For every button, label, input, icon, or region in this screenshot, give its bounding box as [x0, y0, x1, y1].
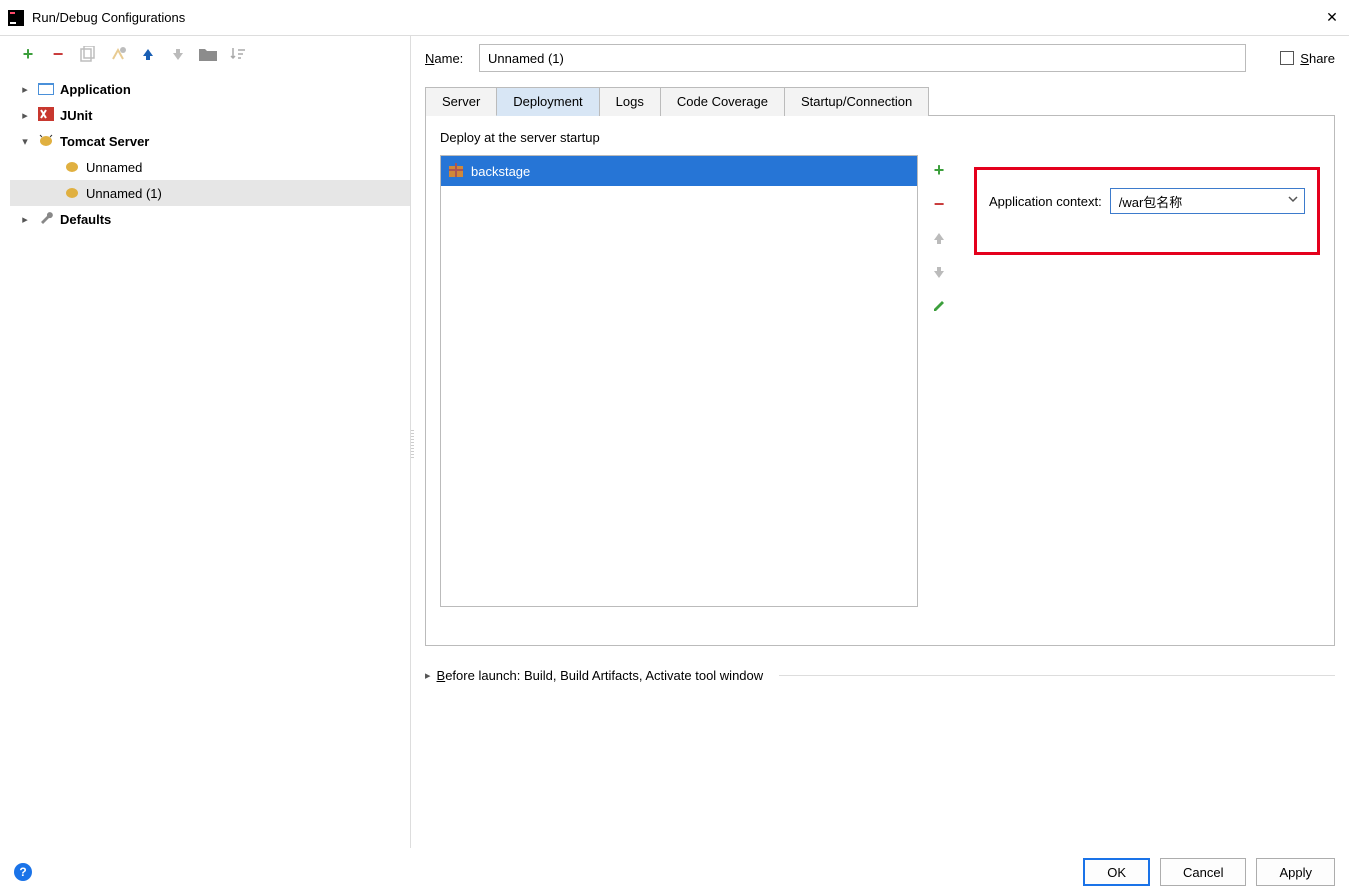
chevron-right-icon: ▸ — [18, 109, 32, 122]
artifact-icon — [449, 163, 463, 180]
tomcat-icon — [64, 185, 80, 202]
remove-artifact-button[interactable]: − — [928, 193, 950, 215]
deploy-item[interactable]: backstage — [441, 156, 917, 186]
tomcat-icon — [64, 159, 80, 176]
deploy-header: Deploy at the server startup — [440, 130, 1320, 145]
before-launch-row[interactable]: ▸ Before launch: Build, Build Artifacts,… — [425, 668, 1335, 683]
deploy-item-label: backstage — [471, 164, 530, 179]
edit-artifact-button[interactable] — [928, 295, 950, 317]
move-artifact-down-button[interactable] — [928, 261, 950, 283]
name-input[interactable] — [479, 44, 1246, 72]
tab-logs[interactable]: Logs — [599, 87, 661, 116]
deploy-list[interactable]: backstage — [440, 155, 918, 607]
folder-button[interactable] — [198, 44, 218, 64]
tomcat-icon — [38, 133, 54, 150]
move-artifact-up-button[interactable] — [928, 227, 950, 249]
before-launch-label: Before launch: Build, Build Artifacts, A… — [437, 668, 764, 683]
intellij-icon — [8, 10, 24, 26]
copy-config-button[interactable] — [78, 44, 98, 64]
ok-button[interactable]: OK — [1083, 858, 1150, 886]
chevron-right-icon: ▸ — [18, 83, 32, 96]
tree-item-defaults[interactable]: ▸ Defaults — [10, 206, 410, 232]
chevron-right-icon: ▸ — [425, 669, 431, 682]
name-label: Name: — [425, 51, 479, 66]
window-title: Run/Debug Configurations — [32, 10, 1323, 25]
cancel-button[interactable]: Cancel — [1160, 858, 1246, 886]
splitter[interactable] — [411, 430, 414, 460]
add-artifact-button[interactable]: + — [928, 159, 950, 181]
save-config-button[interactable] — [108, 44, 128, 64]
move-up-button[interactable] — [138, 44, 158, 64]
sort-button[interactable] — [228, 44, 248, 64]
tab-startup-connection[interactable]: Startup/Connection — [784, 87, 929, 116]
application-icon — [38, 81, 54, 98]
footer: ? OK Cancel Apply — [0, 848, 1349, 896]
wrench-icon — [38, 211, 54, 228]
highlight-box: Application context: — [974, 167, 1320, 255]
context-input[interactable] — [1110, 188, 1305, 214]
content-panel: Name: Share Server Deployment Logs Code … — [411, 36, 1349, 848]
checkbox-icon — [1280, 51, 1294, 65]
apply-button[interactable]: Apply — [1256, 858, 1335, 886]
tree-item-junit[interactable]: ▸ JUnit — [10, 102, 410, 128]
tree-item-unnamed-1[interactable]: Unnamed (1) — [10, 180, 410, 206]
context-panel: Application context: — [960, 155, 1320, 607]
tab-code-coverage[interactable]: Code Coverage — [660, 87, 785, 116]
tree-item-application[interactable]: ▸ Application — [10, 76, 410, 102]
tree-item-unnamed[interactable]: Unnamed — [10, 154, 410, 180]
tree-item-tomcat[interactable]: ▾ Tomcat Server — [10, 128, 410, 154]
move-down-button[interactable] — [168, 44, 188, 64]
sidebar-toolbar: + − — [0, 44, 410, 76]
share-checkbox[interactable]: Share — [1280, 51, 1335, 66]
tab-content: Deploy at the server startup backstage +… — [425, 116, 1335, 646]
remove-config-button[interactable]: − — [48, 44, 68, 64]
help-button[interactable]: ? — [14, 863, 32, 881]
context-label: Application context: — [989, 194, 1102, 209]
junit-icon — [38, 107, 54, 124]
tab-deployment[interactable]: Deployment — [496, 87, 599, 116]
add-config-button[interactable]: + — [18, 44, 38, 64]
deploy-side-buttons: + − — [928, 155, 950, 607]
config-tree[interactable]: ▸ Application ▸ JUnit ▾ Tomcat Server Un… — [0, 76, 410, 232]
close-button[interactable]: ✕ — [1323, 9, 1341, 27]
tab-bar: Server Deployment Logs Code Coverage Sta… — [425, 86, 1335, 116]
chevron-right-icon: ▸ — [18, 213, 32, 226]
chevron-down-icon: ▾ — [18, 135, 32, 148]
title-bar: Run/Debug Configurations ✕ — [0, 0, 1349, 36]
sidebar: + − ▸ Application ▸ JUnit ▾ Tom — [0, 36, 411, 848]
tab-server[interactable]: Server — [425, 87, 497, 116]
